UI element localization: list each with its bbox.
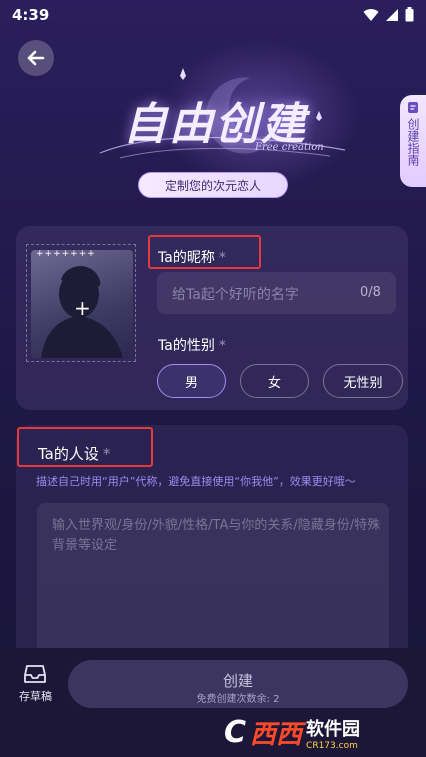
plus-icon: +	[74, 296, 91, 320]
status-icons	[363, 7, 414, 22]
free-create-remaining: 免费创建次数余: 2	[196, 694, 280, 705]
highlight-box-persona	[17, 427, 153, 467]
arrow-left-icon	[27, 50, 45, 66]
nickname-placeholder: 给Ta起个好听的名字	[172, 287, 299, 303]
create-button-label: 创建	[222, 672, 253, 690]
gender-option-female[interactable]: 女	[240, 364, 309, 398]
cellular-icon	[386, 8, 398, 21]
watermark-url: CR173.com	[306, 740, 358, 751]
wifi-icon	[363, 8, 379, 21]
persona-hint: 描述自己时用“用户”代称，避免直接使用“你我他”，效果更好哦～	[36, 475, 356, 488]
highlight-box-nickname	[148, 235, 261, 269]
watermark-logo: C	[224, 715, 247, 750]
status-bar: 4:39	[0, 0, 426, 30]
gender-option-none[interactable]: 无性别	[323, 364, 403, 398]
watermark: C 西西 软件园 CR173.com	[224, 708, 426, 757]
nickname-char-count: 0/8	[360, 285, 381, 300]
battery-icon	[405, 7, 414, 22]
creation-guide-label: 创建指南	[406, 118, 420, 166]
tagline-pill: 定制您的次元恋人	[138, 172, 288, 198]
watermark-text: 软件园 CR173.com	[306, 715, 360, 751]
creation-guide-tab[interactable]: 创建指南	[400, 95, 426, 187]
required-mark: *	[218, 338, 226, 354]
gender-option-male[interactable]: 男	[157, 364, 226, 398]
watermark-name: 软件园	[306, 718, 361, 740]
document-icon	[408, 102, 418, 113]
back-button[interactable]	[18, 40, 54, 76]
watermark-brand: 西西	[250, 720, 303, 750]
page-subtitle: Free creation	[255, 142, 324, 153]
status-time: 4:39	[12, 6, 50, 24]
persona-placeholder: 输入世界观/身份/外貌/性格/TA与你的关系/隐藏身份/特殊背景等设定	[52, 518, 381, 553]
gender-label: Ta的性别 *	[158, 338, 226, 354]
avatar-frame-decoration: +++++++	[36, 249, 96, 259]
